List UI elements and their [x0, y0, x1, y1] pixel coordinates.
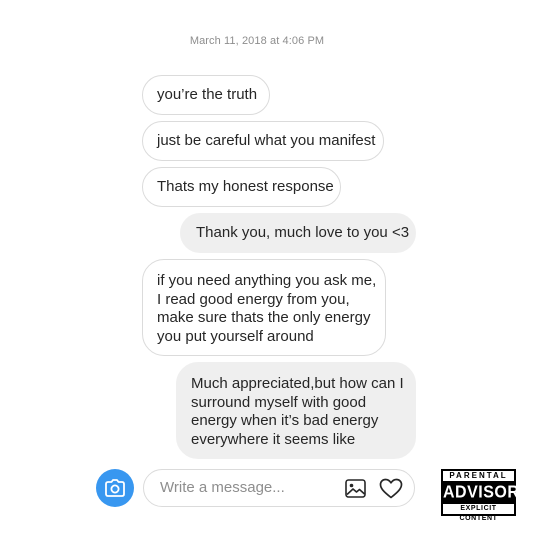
message-text: just be careful what you manifest: [157, 132, 376, 149]
message-text: you’re the truth: [157, 86, 258, 103]
message-timestamp: March 11, 2018 at 4:06 PM: [189, 35, 325, 47]
incoming-message[interactable]: just be careful what you manifest: [142, 121, 384, 161]
heart-icon[interactable]: [379, 478, 403, 499]
message-text: Thank you, much love to you <3: [196, 224, 410, 241]
message-text-line: if you need anything you ask me,: [157, 272, 377, 289]
outgoing-message[interactable]: Thank you, much love to you <3: [180, 213, 416, 253]
camera-button[interactable]: [96, 469, 134, 507]
message-text-line: energy when it’s bad energy: [191, 412, 379, 429]
message-input[interactable]: [160, 479, 325, 496]
incoming-message[interactable]: if you need anything you ask me, I read …: [142, 259, 386, 356]
message-text-line: everywhere it seems like: [191, 430, 356, 448]
message-text-line: you put yourself around: [157, 327, 314, 345]
message-text-line: I read good energy from you,: [157, 290, 350, 308]
message-text: Thats my honest response: [157, 178, 334, 195]
incoming-message[interactable]: Thats my honest response: [142, 167, 341, 207]
image-gallery-icon[interactable]: [345, 479, 366, 498]
message-text-line: make sure thats the only energy: [157, 309, 371, 326]
camera-icon: [105, 479, 125, 497]
message-text-line: surround myself with good: [191, 393, 367, 411]
advisory-bottom-text: EXPLICIT CONTENT: [443, 504, 514, 522]
advisory-top-text: PARENTAL: [443, 471, 514, 481]
parental-advisory-logo: PARENTAL ADVISORY EXPLICIT CONTENT: [441, 469, 530, 522]
advisory-main-text: ADVISORY: [443, 483, 530, 502]
incoming-message[interactable]: you’re the truth: [142, 75, 270, 115]
message-text-line: Much appreciated,but how can I: [191, 375, 404, 392]
outgoing-message[interactable]: Much appreciated,but how can I surround …: [176, 362, 416, 459]
message-composer: [143, 469, 415, 507]
